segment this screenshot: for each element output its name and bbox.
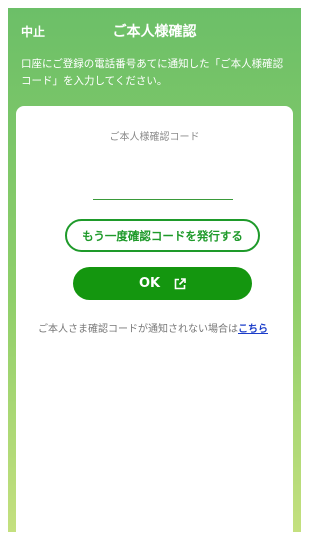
help-link[interactable]: こちら <box>238 324 268 335</box>
ok-label: OK <box>138 276 161 291</box>
resend-code-button[interactable]: もう一度確認コードを発行する <box>65 219 260 252</box>
help-note: ご本人さま確認コードが通知されない場合はこちら <box>38 321 284 338</box>
screen: 中止 ご本人様確認 口座にご登録の電話番号あてに通知した「ご本人様確認コード」を… <box>8 8 301 532</box>
verification-card: ご本人様確認コード もう一度確認コードを発行する OK ご本人さま確認コードが通… <box>16 106 293 532</box>
header: 中止 ご本人様確認 <box>8 8 301 54</box>
resend-code-label: もう一度確認コードを発行する <box>82 228 243 243</box>
verification-code-input[interactable] <box>93 178 233 200</box>
code-label: ご本人様確認コード <box>109 132 200 143</box>
instruction-text: 口座にご登録の電話番号あてに通知した「ご本人様確認コード」を入力してください。 <box>21 58 284 87</box>
page-title: ご本人様確認 <box>112 24 197 40</box>
external-link-icon <box>174 277 186 289</box>
help-note-text: ご本人さま確認コードが通知されない場合は <box>38 324 238 335</box>
ok-button[interactable]: OK <box>73 267 252 300</box>
